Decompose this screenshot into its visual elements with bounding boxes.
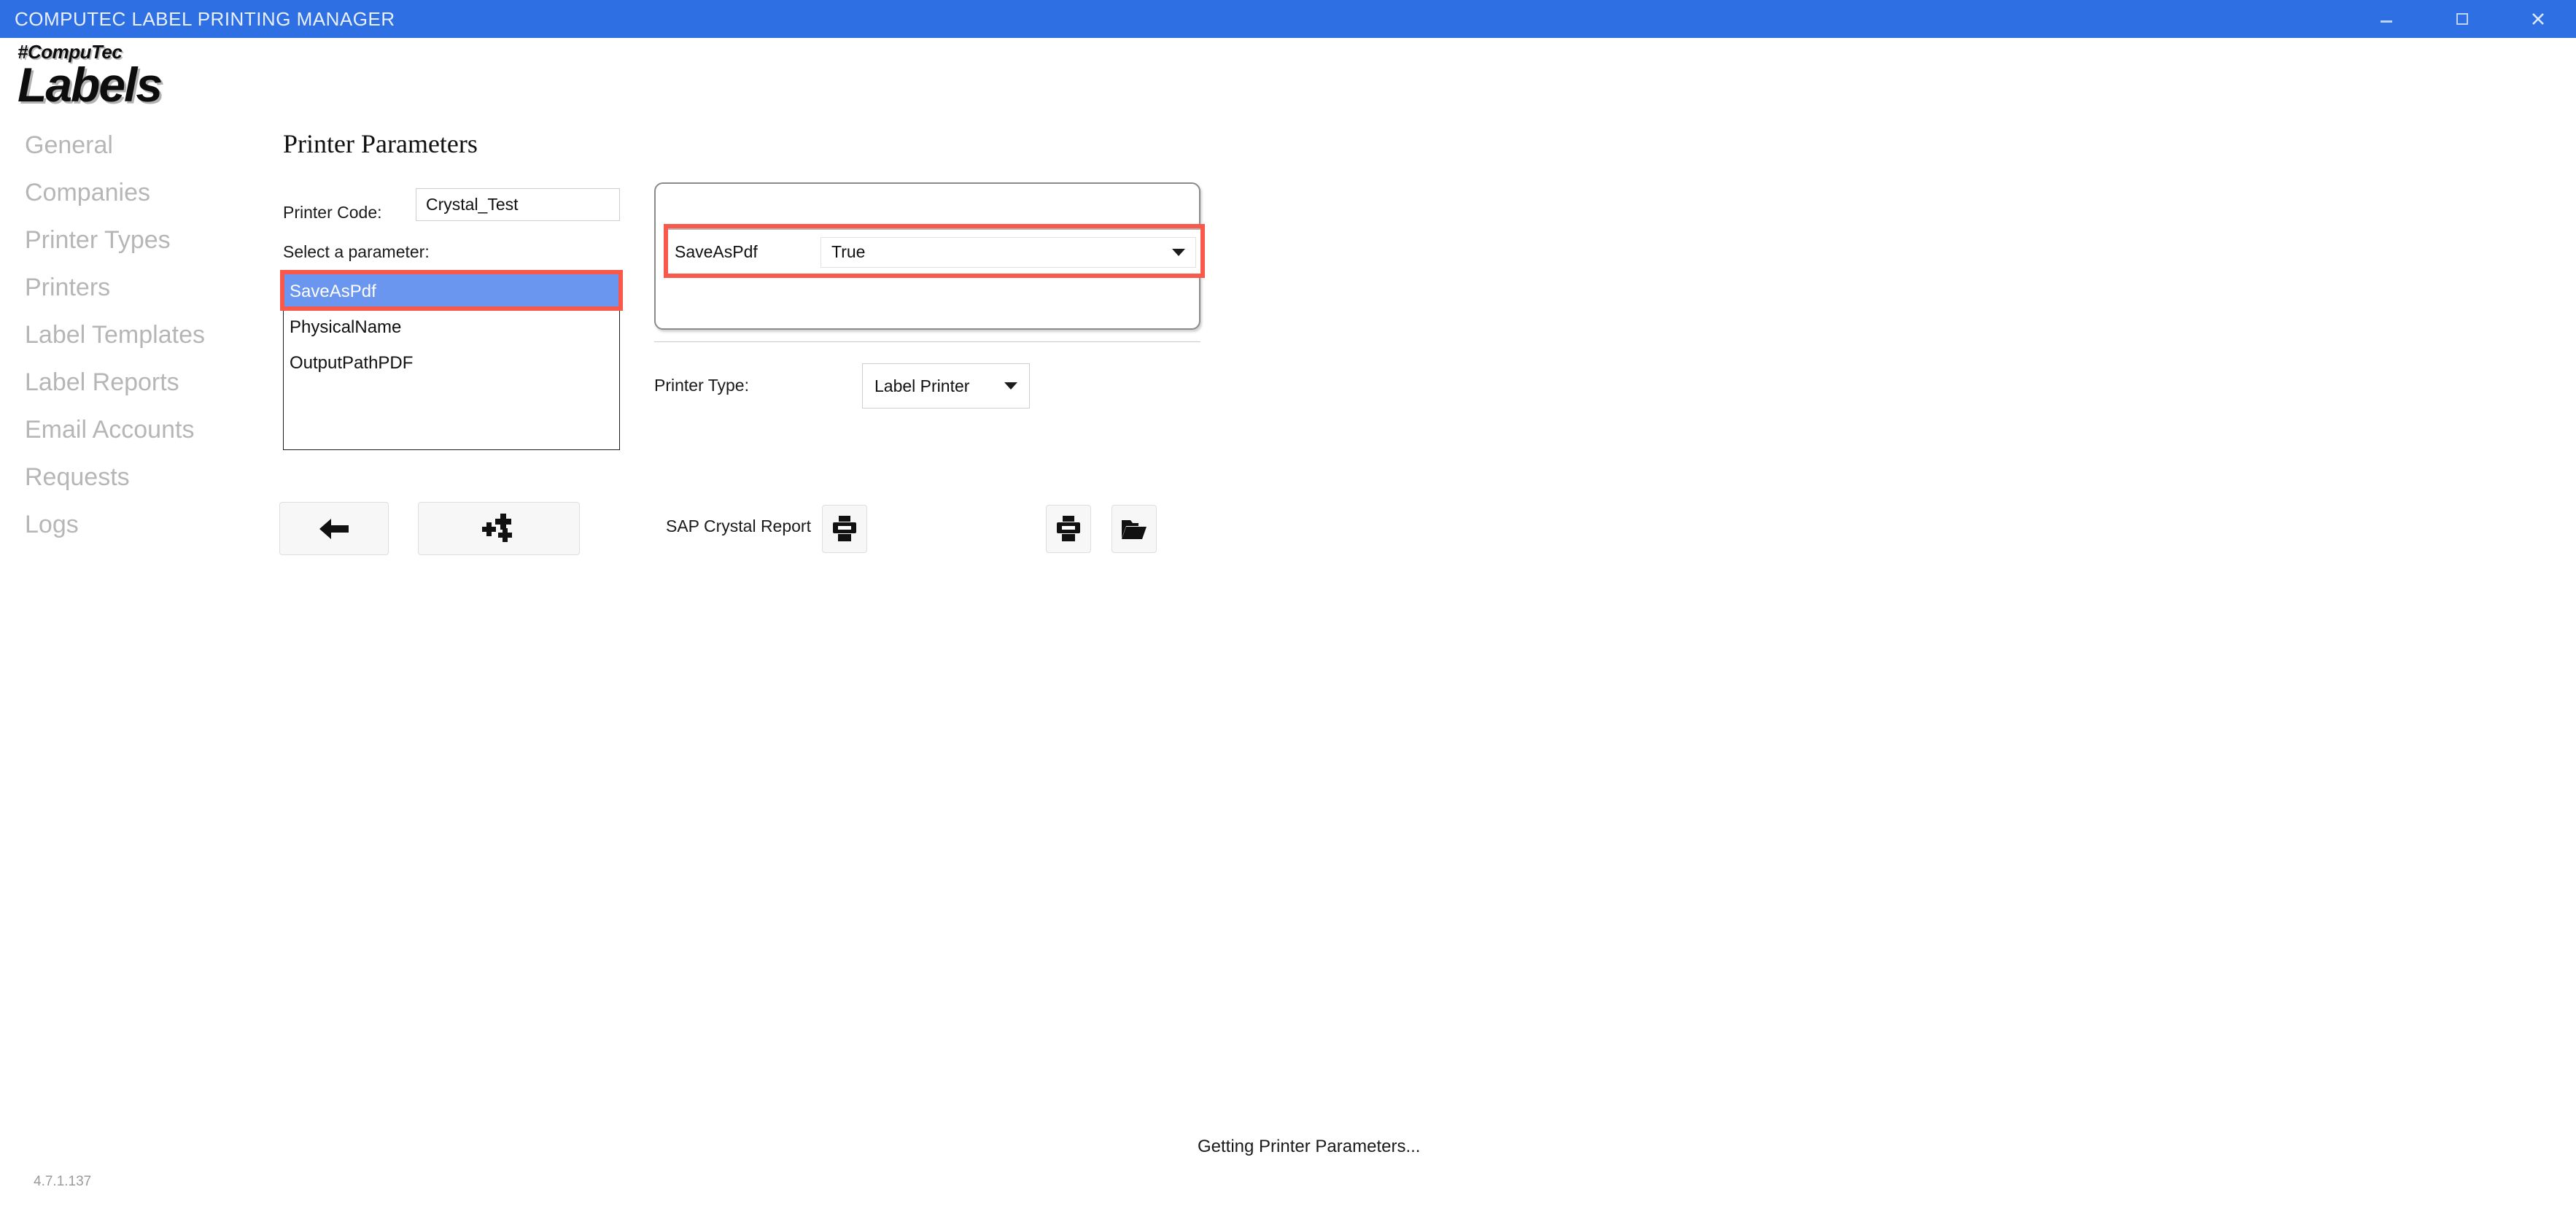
printer-type-value: Label Printer: [874, 376, 970, 395]
window-title: COMPUTEC LABEL PRINTING MANAGER: [15, 7, 395, 30]
parameter-listbox[interactable]: SaveAsPdf PhysicalName OutputPathPDF: [283, 271, 620, 450]
print-icon: [1057, 516, 1080, 541]
list-item-saveaspdf[interactable]: SaveAsPdf: [284, 272, 619, 309]
list-item-physicalname[interactable]: PhysicalName: [284, 309, 619, 345]
sidebar-item-printers[interactable]: Printers: [25, 275, 265, 322]
crystal-print-button[interactable]: [822, 505, 867, 553]
chevron-down-icon: [1004, 382, 1017, 390]
app-logo: #CompuTec Labels: [18, 42, 258, 110]
version-label: 4.7.1.137: [34, 1174, 92, 1189]
printer-code-label: Printer Code:: [283, 203, 382, 222]
page-title: Printer Parameters: [283, 129, 478, 158]
printer-type-label: Printer Type:: [654, 376, 749, 395]
sidebar-item-label-reports[interactable]: Label Reports: [25, 370, 265, 417]
sidebar-item-requests[interactable]: Requests: [25, 465, 265, 512]
printer-type-dropdown[interactable]: Label Printer: [862, 363, 1030, 409]
folder-icon: [1122, 520, 1147, 539]
status-message: Getting Printer Parameters...: [1198, 1137, 1421, 1156]
add-parameters-icon: [482, 513, 512, 542]
printer-code-input[interactable]: Crystal_Test: [416, 188, 620, 221]
chevron-down-icon: [1172, 248, 1185, 256]
back-button[interactable]: [279, 502, 389, 555]
select-parameter-label: Select a parameter:: [283, 242, 430, 261]
sidebar-item-logs[interactable]: Logs: [25, 512, 265, 560]
logo-product-text: Labels: [18, 58, 163, 112]
section-divider: [654, 341, 1200, 342]
parameter-value-text: True: [831, 242, 866, 261]
sidebar-nav: General Companies Printer Types Printers…: [25, 133, 265, 560]
close-button[interactable]: [2500, 0, 2576, 38]
sidebar-item-general[interactable]: General: [25, 133, 265, 180]
sidebar-item-label-templates[interactable]: Label Templates: [25, 322, 265, 370]
print-button[interactable]: [1046, 505, 1091, 553]
list-item-outputpathpdf[interactable]: OutputPathPDF: [284, 345, 619, 381]
window-title-bar: COMPUTEC LABEL PRINTING MANAGER: [0, 0, 2576, 38]
sidebar-item-companies[interactable]: Companies: [25, 180, 265, 228]
open-folder-button[interactable]: [1112, 505, 1157, 553]
parameter-value-dropdown[interactable]: True: [820, 236, 1196, 268]
add-parameters-button[interactable]: [418, 502, 580, 555]
parameter-editor-row: SaveAsPdf True: [667, 228, 1202, 274]
maximize-button[interactable]: [2424, 0, 2500, 38]
parameter-name-label: SaveAsPdf: [675, 242, 758, 261]
sap-crystal-report-label: SAP Crystal Report: [666, 517, 811, 535]
sidebar-item-printer-types[interactable]: Printer Types: [25, 228, 265, 275]
print-icon: [833, 516, 856, 541]
back-arrow-icon: [319, 518, 349, 539]
sidebar-item-email-accounts[interactable]: Email Accounts: [25, 417, 265, 465]
minimize-button[interactable]: [2348, 0, 2424, 38]
